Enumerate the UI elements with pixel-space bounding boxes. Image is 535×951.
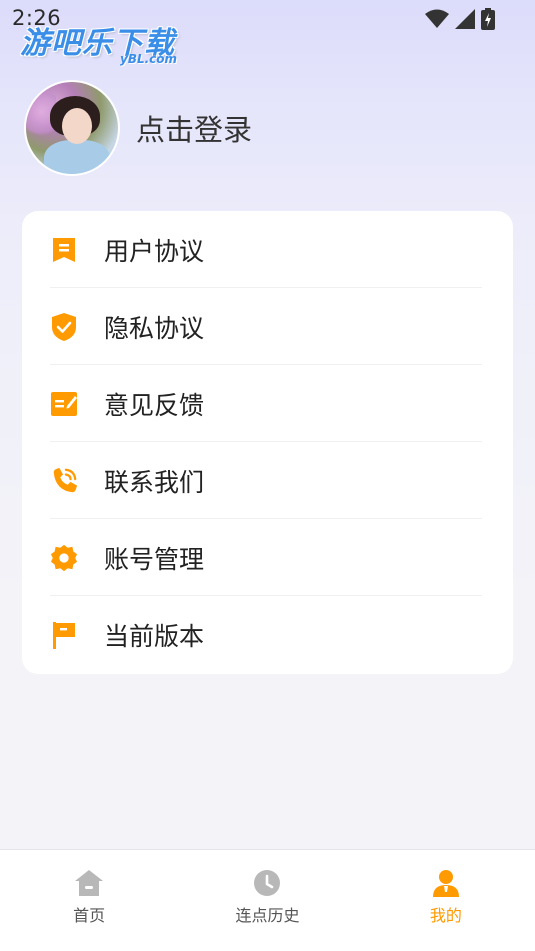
flag-icon <box>50 621 78 649</box>
signal-icon <box>455 9 475 29</box>
gear-icon <box>50 544 78 572</box>
menu-item-user-agreement[interactable]: 用户协议 <box>50 211 482 288</box>
home-icon <box>75 870 104 896</box>
menu-item-contact-us[interactable]: 联系我们 <box>50 442 482 519</box>
battery-icon <box>481 8 495 30</box>
menu-item-label: 账号管理 <box>104 544 205 574</box>
profile-header[interactable]: 点击登录 <box>24 80 252 176</box>
menu-item-label: 意见反馈 <box>104 390 205 420</box>
tab-tap-history[interactable]: 连点历史 <box>178 850 356 951</box>
bottom-tab-bar: 首页 连点历史 我的 <box>0 849 535 951</box>
watermark-logo: 游吧乐下载 yBL.com <box>16 16 186 68</box>
tab-home[interactable]: 首页 <box>0 850 178 951</box>
tab-label: 我的 <box>429 906 462 925</box>
menu-item-label: 联系我们 <box>104 467 205 497</box>
menu-item-label: 当前版本 <box>104 621 205 651</box>
menu-item-label: 隐私协议 <box>104 313 205 343</box>
menu-item-feedback[interactable]: 意见反馈 <box>50 365 482 442</box>
clock-icon <box>254 870 281 896</box>
phone-icon <box>50 467 78 495</box>
avatar[interactable] <box>24 80 120 176</box>
menu-item-current-version[interactable]: 当前版本 <box>50 596 482 673</box>
feedback-icon <box>50 390 78 418</box>
menu-item-account-management[interactable]: 账号管理 <box>50 519 482 596</box>
menu-item-label: 用户协议 <box>104 236 205 266</box>
document-icon <box>50 236 78 264</box>
wifi-icon <box>425 9 449 28</box>
shield-check-icon <box>50 312 78 341</box>
profile-icon <box>432 870 459 897</box>
tab-mine[interactable]: 我的 <box>357 850 535 951</box>
tab-label: 首页 <box>73 906 106 925</box>
status-icons <box>425 8 495 30</box>
menu-item-privacy-agreement[interactable]: 隐私协议 <box>50 288 482 365</box>
settings-menu-card: 用户协议 隐私协议 意见反馈 联系我们 账号管理 当前版本 <box>22 211 513 674</box>
tab-label: 连点历史 <box>235 906 300 925</box>
login-link[interactable]: 点击登录 <box>136 107 252 149</box>
watermark-subtitle: yBL.com <box>120 52 178 66</box>
